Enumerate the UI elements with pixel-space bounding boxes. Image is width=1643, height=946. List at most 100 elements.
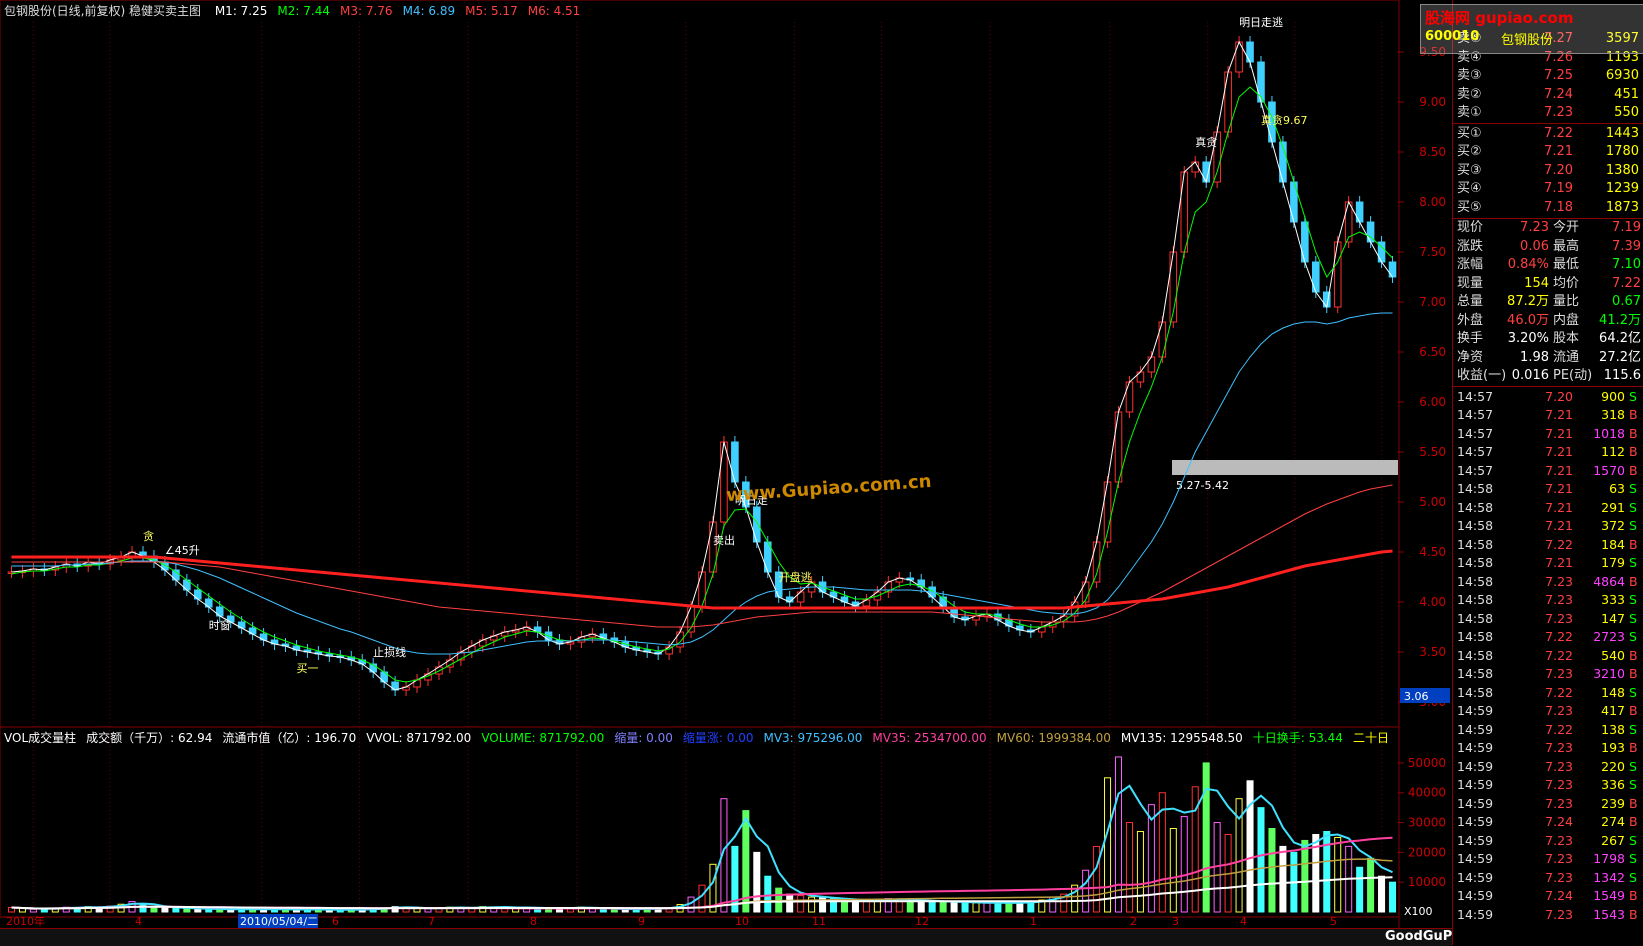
stat-value: 27.2亿 — [1599, 349, 1641, 365]
tick-price: 7.21 — [1545, 555, 1573, 570]
sell-label: 卖② — [1457, 86, 1482, 102]
tick-volume: 2723 — [1593, 629, 1625, 644]
price-tick-label-6: 6.00 — [1419, 395, 1446, 409]
stat-value: 7.23 — [1520, 220, 1549, 235]
stat-label: PE(动) — [1553, 368, 1593, 383]
tick-time: 14:58 — [1457, 684, 1494, 700]
vol-label-10: MV135: 1295548.50 — [1120, 731, 1243, 745]
x-tick-label-10: 1 — [1030, 915, 1037, 928]
price-tick-label-4: 5.00 — [1419, 495, 1446, 509]
tick-row-9: 14:58 7.21 179 S — [1453, 554, 1643, 572]
vol-label-8: MV35: 2534700.00 — [872, 731, 987, 745]
tick-time: 14:57 — [1457, 444, 1494, 459]
vol-tick-label-3: 40000 — [1408, 786, 1446, 800]
tick-direction: S — [1629, 758, 1637, 774]
tick-row-19: 14:59 7.23 193 B — [1453, 739, 1643, 757]
volume-bar-85 — [939, 901, 947, 913]
candle-body-123 — [1355, 201, 1364, 223]
tick-volume: 239 — [1601, 795, 1625, 811]
tick-time: 14:59 — [1457, 814, 1494, 829]
volume-bar-121 — [1334, 836, 1342, 913]
vol-label-4: VOLUME: 871792.00 — [481, 731, 605, 745]
stat-label: 净资 — [1457, 349, 1484, 365]
stat-row-8: 收益(一) 0.016 PE(动) 115.6 — [1453, 367, 1643, 385]
sell-row-3: 卖② 7.24 451 — [1453, 86, 1643, 104]
tick-row-12: 14:58 7.23 147 S — [1453, 610, 1643, 628]
tick-volume: 1798 — [1593, 851, 1625, 866]
tick-price: 7.20 — [1545, 388, 1573, 404]
tick-row-15: 14:58 7.23 3210 B — [1453, 665, 1643, 683]
buy-row-4: 买⑤ 7.18 1873 — [1453, 199, 1643, 217]
kline-chart[interactable]: 3.003.504.004.505.005.506.006.507.007.50… — [0, 0, 1452, 928]
signal-annotation-8: 真贪 — [1195, 135, 1217, 149]
vol-tick-label-2: 30000 — [1408, 816, 1446, 830]
tick-price: 7.24 — [1545, 888, 1573, 903]
x-tick-label-5: 8 — [530, 915, 537, 928]
buy-label: 买② — [1457, 144, 1482, 159]
stat-value: 87.2万 — [1507, 294, 1549, 309]
candle-body-63 — [698, 571, 706, 608]
candle-body-126 — [1388, 261, 1397, 278]
volume-bar-118 — [1301, 839, 1309, 913]
sell-price: 7.24 — [1544, 86, 1573, 102]
signal-annotation-10: 明日走逃 — [1239, 16, 1283, 29]
tick-volume: 900 — [1601, 388, 1625, 404]
tick-price: 7.23 — [1545, 906, 1573, 922]
signal-annotation-2: 止损线 — [373, 645, 406, 659]
tick-row-26: 14:59 7.23 1342 S — [1453, 869, 1643, 887]
tick-volume: 1018 — [1593, 425, 1625, 441]
tick-direction: B — [1629, 647, 1638, 663]
ma-label-1: M2: 7.44 — [277, 4, 330, 18]
quote-panel: 卖⑤ 7.27 3597 卖④ 7.26 1193 卖③ 7.25 6930 卖② 7.24 451 卖… — [1452, 0, 1643, 945]
candle-body-121 — [1333, 241, 1342, 308]
tick-price: 7.23 — [1545, 740, 1573, 755]
volume-bar-103 — [1136, 830, 1144, 913]
tick-time: 14:59 — [1457, 777, 1494, 792]
tick-row-16: 14:58 7.22 148 S — [1453, 684, 1643, 702]
buy-volume: 1380 — [1605, 162, 1639, 178]
tick-volume: 148 — [1601, 684, 1625, 700]
tick-volume: 372 — [1601, 518, 1625, 533]
volume-bar-98 — [1082, 869, 1090, 913]
tick-volume: 336 — [1601, 777, 1625, 792]
tick-row-25: 14:59 7.23 1798 S — [1453, 850, 1643, 868]
indicator-tab-bar[interactable] — [0, 928, 1452, 946]
tick-time: 14:59 — [1457, 869, 1494, 885]
x-tick-label-3: 6 — [332, 915, 339, 928]
stat-value: 0.06 — [1520, 238, 1549, 254]
tick-volume: 1543 — [1593, 906, 1625, 922]
stat-value: 0.016 — [1511, 368, 1549, 383]
candle-body-104 — [1147, 356, 1156, 373]
tick-direction: S — [1629, 721, 1637, 737]
tick-time: 14:59 — [1457, 721, 1494, 737]
tick-price: 7.22 — [1545, 629, 1573, 644]
tick-price: 7.23 — [1545, 851, 1573, 866]
volume-bar-69 — [764, 875, 772, 913]
tick-volume: 138 — [1601, 721, 1625, 737]
tick-row-24: 14:59 7.23 267 S — [1453, 832, 1643, 850]
tick-time: 14:59 — [1457, 906, 1494, 922]
tick-row-17: 14:59 7.23 417 B — [1453, 702, 1643, 720]
tick-volume: 4864 — [1593, 573, 1625, 589]
buy-row-0: 买① 7.22 1443 — [1453, 125, 1643, 143]
x-tick-label-6: 9 — [638, 915, 645, 928]
tick-volume: 193 — [1601, 740, 1625, 755]
stat-row-3: 现量 154 均价 7.22 — [1453, 275, 1643, 293]
price-tick-label-7: 6.50 — [1419, 345, 1446, 359]
volume-bar-84 — [928, 900, 936, 913]
tick-row-13: 14:58 7.22 2723 S — [1453, 628, 1643, 646]
x-tick-label-7: 10 — [735, 915, 749, 928]
tick-price: 7.23 — [1545, 573, 1573, 589]
tick-price: 7.21 — [1545, 444, 1573, 459]
tick-time: 14:58 — [1457, 499, 1494, 515]
volume-bar-89 — [983, 902, 991, 913]
stat-label: 最低 — [1553, 257, 1580, 272]
volume-bar-106 — [1169, 828, 1177, 913]
tick-row-14: 14:58 7.22 540 B — [1453, 647, 1643, 665]
ma-label-2: M3: 7.76 — [339, 4, 393, 18]
tick-direction: B — [1629, 888, 1638, 903]
chart-title: 包钢股份(日线,前复权) 稳健买卖主图 — [4, 4, 201, 18]
stat-value: 115.6 — [1603, 368, 1641, 383]
stat-value: 0.67 — [1612, 294, 1641, 309]
buy-volume: 1873 — [1605, 199, 1639, 215]
